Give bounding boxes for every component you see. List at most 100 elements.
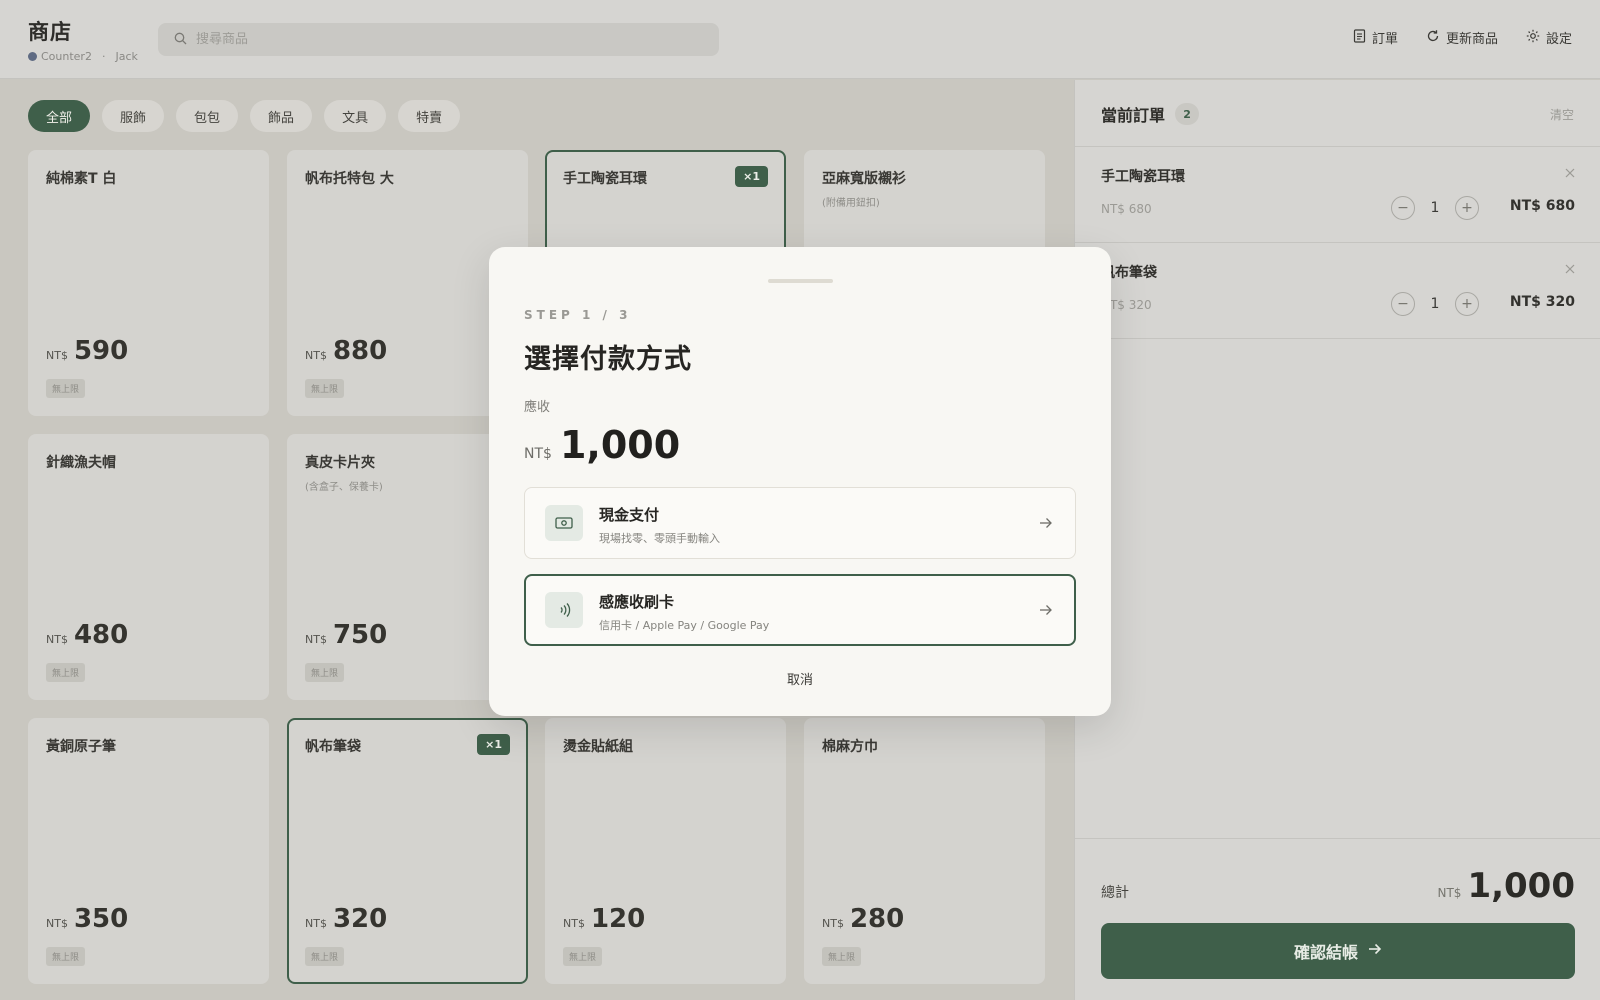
- filter-chip-all[interactable]: 全部: [28, 100, 91, 132]
- product-price: NT$ 280: [822, 904, 904, 934]
- amount-due: NT$ 1,000: [524, 423, 680, 467]
- filter-chip-stationery[interactable]: 文具: [324, 100, 387, 132]
- order-item-total: NT$ 320: [1509, 294, 1575, 310]
- quantity-value: 1: [1430, 296, 1440, 312]
- amount-due-currency: NT$: [524, 446, 552, 462]
- filter-chip-accessories[interactable]: 飾品: [250, 100, 313, 132]
- status-dot-icon: [28, 52, 37, 61]
- product-card[interactable]: 黃銅原子筆 NT$ 350 無上限: [28, 718, 269, 984]
- cancel-button[interactable]: 取消: [489, 669, 1111, 688]
- stock-badge: 無上限: [822, 947, 862, 966]
- remove-item-button[interactable]: [1565, 262, 1575, 278]
- product-amount: 480: [73, 620, 129, 650]
- orders-button[interactable]: 訂單: [1353, 28, 1398, 47]
- refresh-icon: [1426, 29, 1440, 47]
- total-label: 總計: [1101, 885, 1129, 901]
- arrow-right-icon: [1368, 942, 1382, 960]
- arrow-right-icon: [1039, 601, 1053, 620]
- drag-handle[interactable]: [768, 279, 833, 283]
- product-card[interactable]: 純棉素T 白 NT$ 590 無上限: [28, 150, 269, 416]
- stock-badge: 無上限: [46, 947, 86, 966]
- orders-icon: [1353, 28, 1366, 47]
- filter-chip-sale[interactable]: 特賣: [398, 100, 461, 132]
- product-currency: NT$: [305, 917, 327, 930]
- order-count-badge: 2: [1175, 103, 1200, 125]
- product-price: NT$ 480: [46, 620, 128, 650]
- order-item-total: NT$ 680: [1509, 198, 1575, 214]
- product-currency: NT$: [46, 917, 68, 930]
- product-currency: NT$: [305, 633, 327, 646]
- remove-item-button[interactable]: [1565, 166, 1575, 182]
- stock-badge: 無上限: [563, 947, 603, 966]
- product-amount: 120: [590, 904, 646, 934]
- product-card[interactable]: 燙金貼紙組 NT$ 120 無上限: [545, 718, 786, 984]
- product-currency: NT$: [305, 349, 327, 362]
- product-currency: NT$: [46, 633, 68, 646]
- checkout-label: 確認結帳: [1293, 945, 1358, 962]
- checkout-button[interactable]: 確認結帳: [1101, 923, 1575, 979]
- order-title: 當前訂單: [1101, 106, 1166, 125]
- minus-icon: −: [1397, 296, 1409, 312]
- product-card[interactable]: 帆布筆袋 ×1 NT$ 320 無上限: [287, 718, 528, 984]
- search-bar[interactable]: [158, 23, 719, 56]
- brand: 商店 Counter2 · Jack: [28, 16, 138, 63]
- product-name: 針織漁夫帽: [46, 455, 116, 471]
- plus-icon: +: [1461, 200, 1473, 216]
- order-total-row: 總計 NT$ 1,000: [1101, 866, 1575, 906]
- stock-badge: 無上限: [305, 947, 345, 966]
- filter-chip-bags[interactable]: 包包: [176, 100, 239, 132]
- stock-badge: 無上限: [305, 379, 345, 398]
- amount-due-label: 應收: [524, 400, 551, 415]
- search-input[interactable]: [196, 32, 676, 47]
- product-name: 真皮卡片夾: [305, 455, 375, 471]
- cash-icon: [545, 505, 583, 541]
- product-currency: NT$: [822, 917, 844, 930]
- clear-order-button[interactable]: 清空: [1550, 106, 1574, 123]
- decrease-button[interactable]: −: [1391, 292, 1415, 316]
- minus-icon: −: [1397, 200, 1409, 216]
- total-value: NT$ 1,000: [1438, 866, 1576, 906]
- order-panel: 當前訂單 2 清空 手工陶瓷耳環 NT$ 680 − 1 + NT$ 680 帆…: [1074, 80, 1600, 1000]
- arrow-right-icon: [1039, 514, 1053, 533]
- product-note: (含盒子、保養卡): [305, 482, 383, 493]
- product-price: NT$ 750: [305, 620, 387, 650]
- card-payment-option[interactable]: 感應收刷卡 信用卡 / Apple Pay / Google Pay: [524, 574, 1076, 646]
- filter-chip-apparel[interactable]: 服飾: [102, 100, 165, 132]
- quantity-stepper: − 1 +: [1391, 292, 1479, 316]
- settings-label: 設定: [1545, 32, 1572, 47]
- plus-icon: +: [1461, 296, 1473, 312]
- product-card[interactable]: 針織漁夫帽 NT$ 480 無上限: [28, 434, 269, 700]
- card-payment-title: 感應收刷卡: [599, 593, 675, 611]
- product-name: 黃銅原子筆: [46, 739, 116, 755]
- user-name: Jack: [115, 50, 138, 63]
- top-actions: 訂單 更新商品 設定: [1353, 28, 1572, 47]
- settings-button[interactable]: 設定: [1526, 28, 1572, 47]
- increase-button[interactable]: +: [1455, 196, 1479, 220]
- product-card[interactable]: 棉麻方巾 NT$ 280 無上限: [804, 718, 1045, 984]
- cash-payment-subtitle: 現場找零、零頭手動輸入: [599, 532, 720, 545]
- refresh-products-button[interactable]: 更新商品: [1426, 28, 1498, 47]
- step-indicator: STEP 1 / 3: [524, 308, 632, 322]
- refresh-label: 更新商品: [1445, 32, 1498, 47]
- total-amount: 1,000: [1467, 866, 1575, 906]
- order-item-name: 手工陶瓷耳環: [1101, 169, 1185, 185]
- product-amount: 880: [332, 336, 388, 366]
- close-icon: [1565, 166, 1575, 182]
- order-item: 手工陶瓷耳環 NT$ 680 − 1 + NT$ 680: [1101, 146, 1575, 241]
- device-name: Counter2: [41, 50, 92, 63]
- product-name: 燙金貼紙組: [563, 739, 633, 755]
- cash-payment-title: 現金支付: [599, 506, 660, 524]
- stock-badge: 無上限: [46, 663, 86, 682]
- product-amount: 350: [73, 904, 129, 934]
- product-note: (附備用鈕扣): [822, 198, 880, 209]
- increase-button[interactable]: +: [1455, 292, 1479, 316]
- product-price: NT$ 120: [563, 904, 645, 934]
- cash-payment-option[interactable]: 現金支付 現場找零、零頭手動輸入: [524, 487, 1076, 559]
- category-filters: 全部 服飾 包包 飾品 文具 特賣: [28, 100, 461, 132]
- gear-icon: [1526, 29, 1540, 47]
- order-item: 帆布筆袋 NT$ 320 − 1 + NT$ 320: [1101, 242, 1575, 337]
- decrease-button[interactable]: −: [1391, 196, 1415, 220]
- product-price: NT$ 350: [46, 904, 128, 934]
- payment-method-dialog: STEP 1 / 3 選擇付款方式 應收 NT$ 1,000 現金支付 現場找零…: [489, 247, 1111, 716]
- quantity-value: 1: [1430, 200, 1440, 216]
